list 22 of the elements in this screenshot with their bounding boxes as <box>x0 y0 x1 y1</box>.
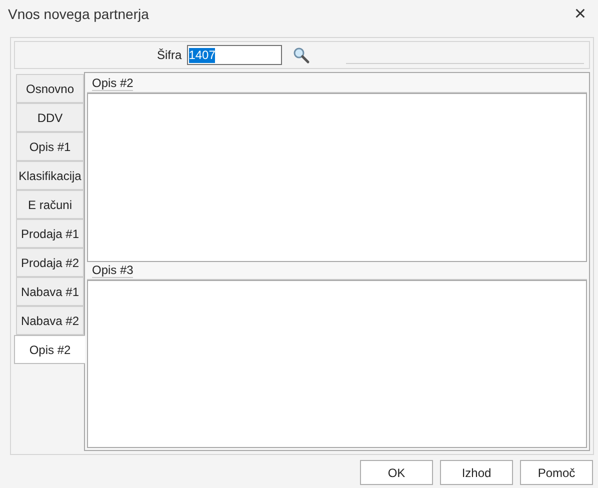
section-title: Opis #2 <box>92 76 134 91</box>
text-area[interactable] <box>87 280 587 448</box>
code-field[interactable]: 1407 <box>186 45 282 65</box>
tab[interactable]: Osnovno <box>16 74 84 103</box>
dialog-button[interactable]: Pomoč <box>520 460 593 485</box>
text-area[interactable] <box>87 93 587 262</box>
dialog-button[interactable]: OK <box>360 460 433 485</box>
tab[interactable]: Klasifikacija <box>16 161 84 190</box>
tab[interactable]: Prodaja #1 <box>16 219 84 248</box>
tab[interactable]: Opis #2 <box>14 335 85 364</box>
tab[interactable]: Nabava #2 <box>16 306 84 335</box>
tab[interactable]: Nabava #1 <box>16 277 84 306</box>
tab[interactable]: Opis #1 <box>16 132 84 161</box>
close-button[interactable]: × <box>574 4 586 24</box>
section-title: Opis #3 <box>92 262 134 278</box>
tab[interactable]: E računi <box>16 190 84 219</box>
dialog-button[interactable]: Izhod <box>440 460 513 485</box>
search-icon[interactable] <box>292 46 310 64</box>
window-title: Vnos novega partnerja <box>8 4 149 24</box>
tab[interactable]: DDV <box>16 103 84 132</box>
tab[interactable]: Prodaja #2 <box>16 248 84 277</box>
field-label: Šifra <box>157 47 182 64</box>
